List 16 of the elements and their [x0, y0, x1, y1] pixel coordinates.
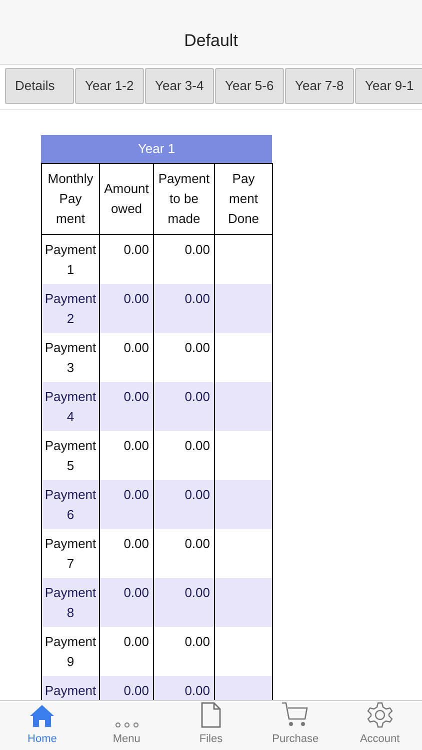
year-tab[interactable]: Year 5-6 — [215, 68, 284, 104]
column-header: Monthly Pay ment — [42, 164, 100, 234]
tab-bar-item[interactable]: Purchase — [253, 701, 338, 750]
settings-icon — [366, 702, 393, 728]
year-tab[interactable]: Details — [5, 68, 74, 104]
tab-bar-item[interactable]: Account — [338, 701, 422, 750]
year-tab[interactable]: Year 3-4 — [145, 68, 214, 104]
page-title: Default — [184, 30, 238, 52]
year-tab[interactable]: Year 1-2 — [75, 68, 144, 104]
year-tab[interactable]: Year 7-8 — [285, 68, 354, 104]
more-icon — [114, 722, 139, 728]
file-icon — [201, 702, 222, 728]
home-icon — [29, 704, 56, 728]
table-caption: Year 1 — [41, 135, 272, 163]
year-tab[interactable]: Year 9-1 — [355, 68, 422, 104]
cart-icon — [281, 702, 310, 728]
